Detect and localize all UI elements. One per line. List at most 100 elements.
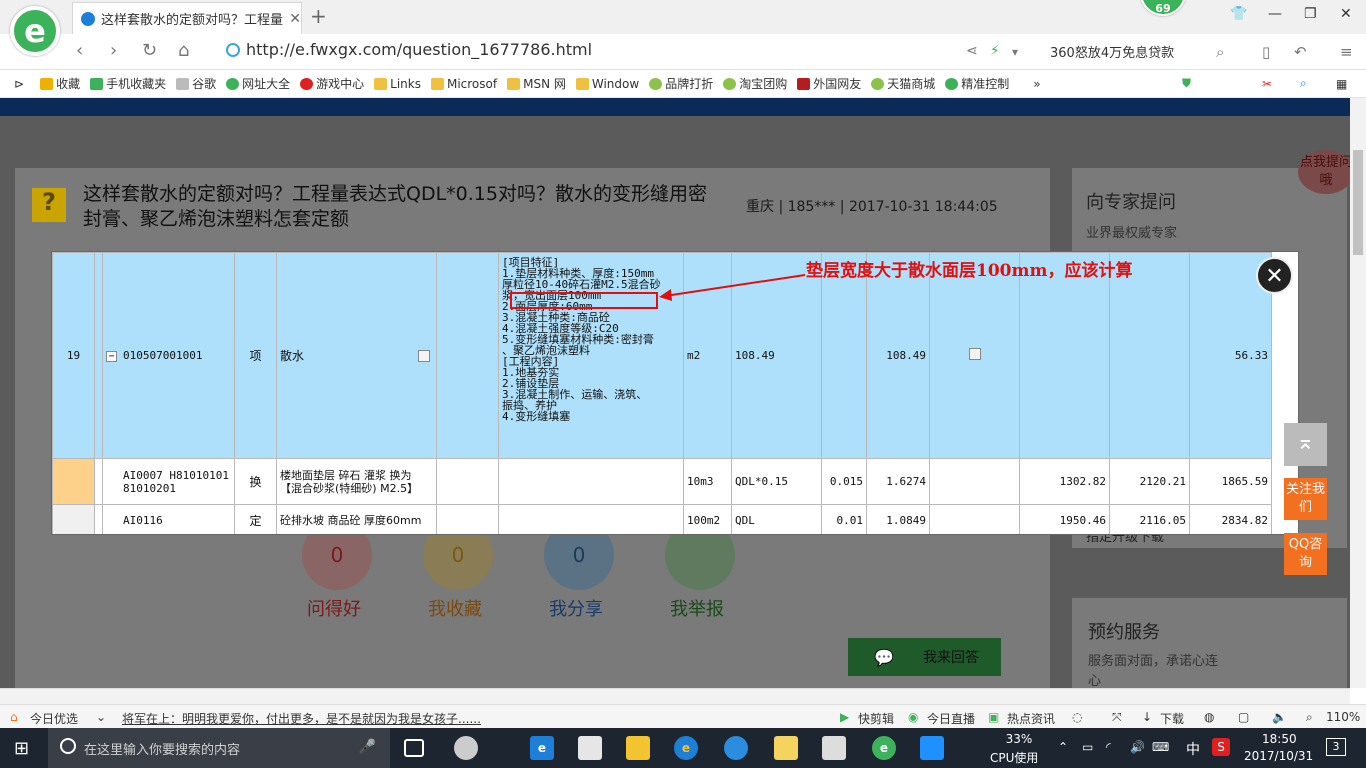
restore-icon[interactable]: ❐ [1304,6,1317,22]
back-to-top-button[interactable]: ⌅ [1284,423,1327,466]
close-modal-button[interactable]: ✕ [1256,257,1293,294]
scissors-icon[interactable]: ✂ [1262,77,1272,91]
bookmark-item[interactable]: 精准控制 [945,75,1009,92]
keyboard-icon[interactable]: ⌨ [1152,740,1169,754]
collapse-icon[interactable]: − [106,351,117,362]
mute-icon[interactable]: 🔈 [1272,710,1287,724]
taskbar-search-input[interactable]: 在这里输入你要搜索的内容 🎤 [48,728,390,768]
hot-news[interactable]: 热点资讯 [1007,710,1055,727]
search-icon[interactable]: ⌕ [1300,76,1307,91]
url-input[interactable]: http://e.fwxgx.com/question_1677786.html [246,40,592,59]
grid-icon[interactable]: ▦ [1336,77,1347,91]
shield-icon[interactable]: ⛊ [1182,76,1191,91]
bookmark-item[interactable]: 谷歌 [176,75,216,92]
refresh-icon[interactable]: ↻ [142,40,157,61]
ask-bubble[interactable]: 点我提问哦 [1298,150,1350,194]
phone-icon[interactable]: ▯ [1262,43,1270,61]
bookmark-folder[interactable]: Links [374,77,421,91]
tab-active[interactable]: 这样套散水的定额对吗？工程量表 ✕ [72,2,302,34]
coef-cell: 0.015 [821,458,867,505]
volume-icon[interactable]: 🔊 [1130,740,1145,754]
search-suggestion[interactable]: 360怒放4万免息贷款 [1050,42,1174,61]
store-icon[interactable] [578,736,602,760]
bookmark-folder[interactable]: Microsof [430,77,497,91]
today-live[interactable]: 今日直播 [927,710,975,727]
news-ticker[interactable]: 将军在上：明明我更爱你，付出更多，是不是就因为我是女孩子...... [122,710,481,727]
accelerate-icon[interactable]: ⤧ [1112,710,1122,725]
app-plus-icon[interactable] [920,736,944,760]
ask-expert-title[interactable]: 向专家提问 [1086,188,1176,214]
price1-cell [1019,252,1110,459]
bookmark-item[interactable]: 天猫商城 [871,75,935,92]
follow-button[interactable]: 关注我们 [1284,478,1327,520]
bookmark-item[interactable]: 外国网友 [797,75,861,92]
download-icon: ↓ [1142,710,1153,724]
share-icon[interactable]: ⋖ [966,43,978,59]
bookmark-item[interactable]: 手机收藏夹 [90,75,166,92]
microphone-icon[interactable]: 🎤 [359,739,376,755]
browser-logo[interactable]: e [10,6,60,56]
notification-center-icon[interactable]: 3 [1326,738,1346,756]
scrollbar-thumb[interactable] [1353,150,1363,255]
sogou-icon[interactable]: S [1212,738,1230,756]
fan-app-icon[interactable] [454,736,478,760]
answer-button[interactable]: 💬 我来回答 [848,638,1001,676]
clock-date[interactable]: 2017/10/31 [1244,749,1313,763]
ie-icon[interactable]: e [674,736,698,760]
lightning-icon[interactable]: ⚡ [990,43,1000,59]
ime-indicator[interactable]: 中 [1186,739,1200,759]
site-icon [226,43,240,57]
quick-edit[interactable]: 快剪辑 [858,710,894,727]
home-icon[interactable]: ⌂ [178,40,189,61]
horizontal-scrollbar[interactable] [0,688,1350,704]
undo-icon[interactable]: ↶ [1294,43,1307,61]
checkbox[interactable] [968,348,981,360]
speed-icon[interactable]: ◌ [1072,710,1082,724]
zoom-level[interactable]: 110% [1326,710,1360,724]
new-tab-button[interactable]: + [310,4,327,28]
sidebar-toggle-icon[interactable]: ⊳ [14,77,24,91]
back-icon[interactable]: ‹ [76,40,83,61]
download-link[interactable]: 下载 [1160,710,1184,727]
more-bookmarks-icon[interactable]: » [1033,77,1040,91]
bookmark-folder[interactable]: Window [575,77,639,91]
close-tab-icon[interactable]: ✕ [289,11,301,27]
menu-icon[interactable]: ≡ [1340,43,1353,61]
close-window-icon[interactable]: ✕ [1340,6,1352,22]
minimize-icon[interactable]: — [1268,6,1282,22]
file-explorer-icon[interactable] [626,736,650,760]
forward-icon[interactable]: › [110,40,117,61]
today-picks[interactable]: 今日优选 [30,710,78,727]
search-icon[interactable]: ⌕ [1216,43,1224,61]
task-view-icon[interactable] [404,739,424,757]
type-cell: 项 [234,252,277,459]
bookmark-item[interactable]: 淘宝团购 [723,75,787,92]
qq-consult-button[interactable]: QQ咨询 [1284,533,1327,575]
skin-icon[interactable]: 👕 [1230,6,1247,22]
bookmark-folder[interactable]: MSN 网 [507,75,566,92]
sidebar-booking: 预约服务 服务面对面，承诺心连心 [1072,598,1347,688]
chevron-down-icon[interactable]: ▾ [1012,45,1018,59]
table-row[interactable]: AI0007 H81010101 81010201 换 楼地面垫层 碎石 灌浆 … [52,458,1272,505]
app-c-icon[interactable] [724,736,748,760]
chevron-up-icon[interactable]: ⌃ [1058,740,1068,754]
bookmark-item[interactable]: 收藏 [40,75,80,92]
wifi-icon[interactable]: ◜ [1106,740,1111,754]
windows-start-icon[interactable]: ⊞ [14,738,29,759]
edge-icon[interactable]: e [530,736,554,760]
window-icon[interactable]: ▢ [1238,710,1249,724]
table-row[interactable]: AI0116 定 砼排水坡 商品砼 厚度60mm 100m2 QDL 0.01 … [52,504,1272,534]
score-badge[interactable]: 69 [1140,0,1186,16]
bookmark-item[interactable]: 品牌打折 [649,75,713,92]
notes-icon[interactable] [774,736,798,760]
chevron-down-icon[interactable]: ⌄ [96,710,106,724]
360-browser-icon[interactable]: e [872,736,896,760]
bookmark-item[interactable]: 网址大全 [226,75,290,92]
bookmark-item[interactable]: 游戏中心 [300,75,364,92]
clean-icon[interactable]: ◍ [1204,710,1214,724]
clock-time[interactable]: 18:50 [1262,732,1297,746]
checkbox[interactable] [418,350,430,362]
cpu-label: CPU使用 [990,751,1039,765]
help-app-icon[interactable] [822,736,846,760]
network-device-icon[interactable]: ▭ [1082,740,1093,754]
